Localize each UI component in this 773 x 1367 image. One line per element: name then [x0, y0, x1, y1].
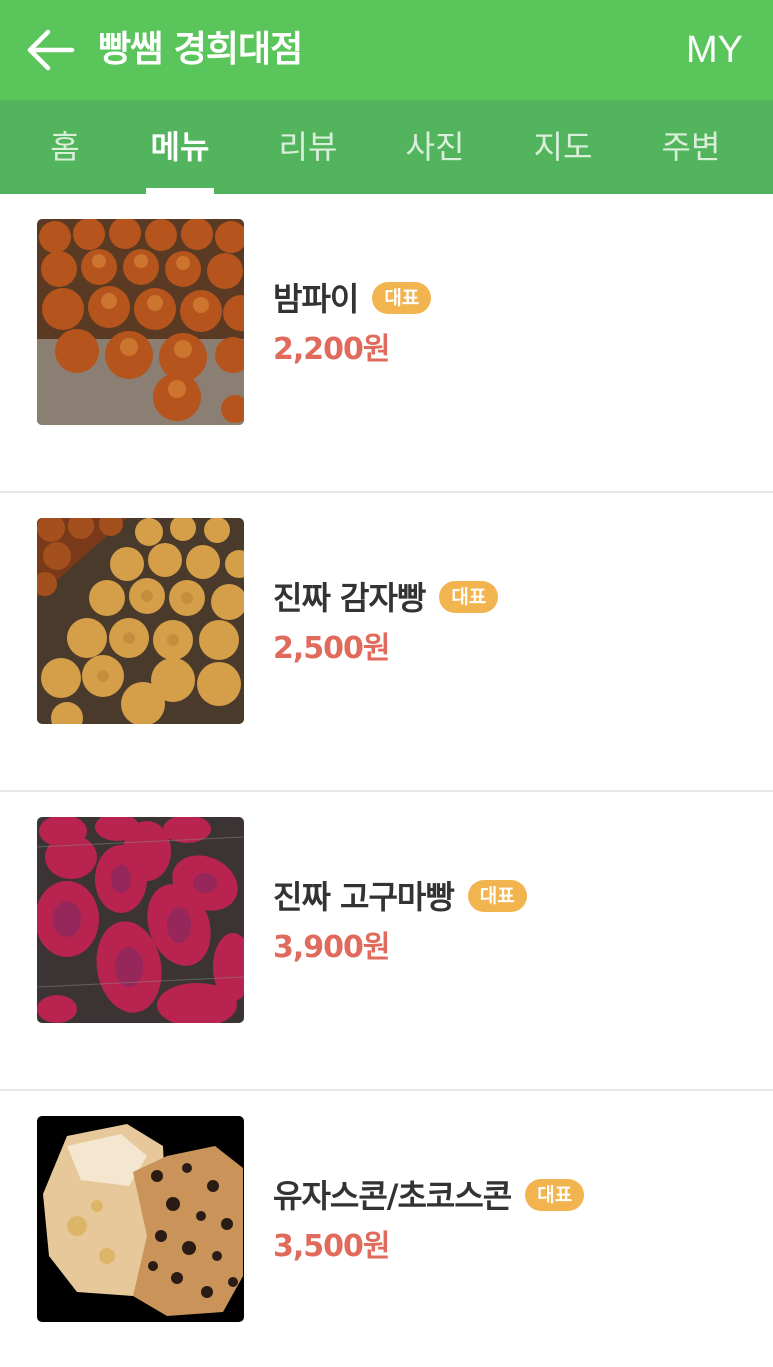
tab-home[interactable]: 홈: [40, 100, 90, 194]
tab-nearby[interactable]: 주변: [651, 100, 731, 194]
menu-item-name: 밤파이: [273, 280, 359, 318]
tab-map[interactable]: 지도: [523, 100, 603, 194]
my-button[interactable]: MY: [686, 24, 743, 76]
signature-badge: 대표: [467, 880, 527, 912]
menu-item-photo: [37, 817, 244, 1023]
menu-item-price: 3,900원: [273, 930, 390, 965]
arrow-left-icon: [27, 29, 75, 71]
menu-item-photo: [37, 1116, 244, 1322]
menu-item-price: 2,500원: [273, 631, 390, 666]
signature-badge: 대표: [439, 581, 499, 613]
menu-list: 밤파이 대표 2,200원 진짜 감자빵 대표 2,500원 진짜 고구마빵 대…: [0, 194, 773, 1367]
tab-reviews[interactable]: 리뷰: [268, 100, 348, 194]
page-title: 빵쌤 경희대점: [98, 29, 303, 70]
menu-item[interactable]: 진짜 고구마빵 대표 3,900원: [0, 792, 773, 1091]
menu-item-name: 유자스콘/초코스콘: [273, 1177, 512, 1215]
menu-item[interactable]: 유자스콘/초코스콘 대표 3,500원: [0, 1091, 773, 1367]
menu-item-price: 3,500원: [273, 1229, 390, 1264]
app-header: 빵쌤 경희대점 MY: [0, 0, 773, 100]
menu-item[interactable]: 밤파이 대표 2,200원: [0, 194, 773, 493]
signature-badge: 대표: [525, 1179, 585, 1211]
signature-badge: 대표: [372, 282, 432, 314]
menu-item-photo: [37, 518, 244, 724]
tab-menu[interactable]: 메뉴: [140, 100, 220, 194]
menu-item-photo: [37, 219, 244, 425]
menu-item-name: 진짜 감자빵: [273, 579, 426, 617]
tab-photos[interactable]: 사진: [395, 100, 475, 194]
menu-item[interactable]: 진짜 감자빵 대표 2,500원: [0, 493, 773, 792]
tab-bar: 홈 메뉴 리뷰 사진 지도 주변: [0, 100, 773, 194]
menu-item-name: 진짜 고구마빵: [273, 878, 455, 916]
back-button[interactable]: [22, 24, 78, 76]
menu-item-price: 2,200원: [273, 332, 390, 367]
